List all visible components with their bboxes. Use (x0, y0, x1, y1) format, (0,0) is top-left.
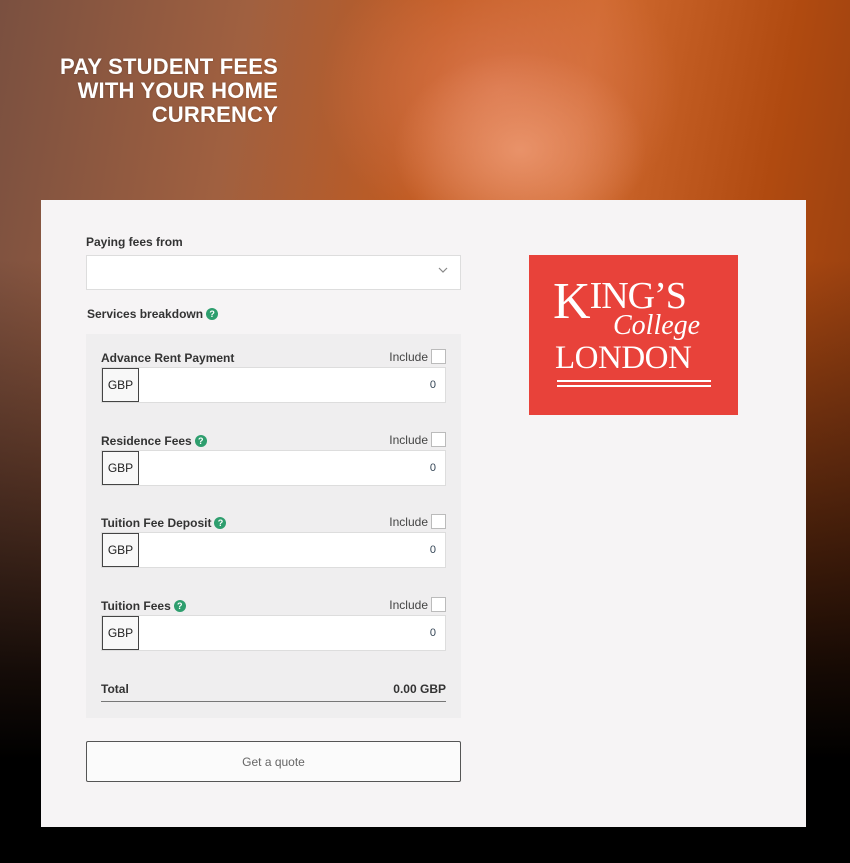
help-icon[interactable]: ? (194, 435, 207, 447)
include-label: Include (389, 597, 428, 612)
service-name: Tuition Fees? (101, 599, 186, 613)
service-name: Advance Rent Payment (101, 351, 234, 365)
currency-badge: GBP (102, 368, 139, 402)
chevron-down-icon (438, 265, 448, 275)
get-quote-button[interactable]: Get a quote (86, 741, 461, 782)
paying-from-label: Paying fees from (86, 235, 183, 249)
amount-value: 0 (429, 627, 436, 639)
amount-input[interactable]: GBP 0 (101, 367, 446, 403)
include-toggle[interactable]: Include (389, 432, 446, 447)
include-checkbox[interactable] (431, 514, 446, 529)
total-row: Total 0.00 GBP (101, 682, 446, 702)
total-value: 0.00 GBP (393, 682, 446, 696)
logo-rule (557, 385, 711, 387)
include-checkbox[interactable] (431, 432, 446, 447)
amount-input[interactable]: GBP 0 (101, 450, 446, 486)
logo-rule (557, 380, 711, 382)
include-toggle[interactable]: Include (389, 514, 446, 529)
include-label: Include (389, 514, 428, 529)
amount-value: 0 (429, 462, 436, 474)
hero-title-line: WITH YOUR HOME (77, 78, 278, 103)
logo-college-text: College (613, 310, 701, 341)
help-icon[interactable]: ? (206, 308, 219, 320)
service-name: Residence Fees? (101, 434, 207, 448)
currency-badge: GBP (102, 616, 139, 650)
include-label: Include (389, 349, 428, 364)
services-breakdown-label: Services breakdown? (87, 307, 219, 321)
include-label: Include (389, 432, 428, 447)
paying-from-select[interactable] (86, 255, 461, 290)
amount-input[interactable]: GBP 0 (101, 532, 446, 568)
amount-value: 0 (429, 379, 436, 391)
service-name-text: Advance Rent Payment (101, 351, 235, 365)
services-breakdown-text: Services breakdown (87, 307, 204, 321)
service-name-text: Tuition Fee Deposit (101, 516, 212, 530)
logo-initial: K (553, 273, 591, 330)
service-name: Tuition Fee Deposit? (101, 516, 227, 530)
include-checkbox[interactable] (431, 597, 446, 612)
logo-london-text: LONDON (555, 340, 692, 376)
help-icon[interactable]: ? (173, 600, 186, 612)
include-toggle[interactable]: Include (389, 349, 446, 364)
services-panel: Advance Rent Payment Include GBP 0 Resid… (86, 334, 461, 718)
hero-title-line: PAY STUDENT FEES (60, 54, 278, 79)
currency-badge: GBP (102, 451, 139, 485)
kings-college-london-logo: KING’S College LONDON (529, 255, 738, 415)
amount-value: 0 (429, 544, 436, 556)
hero-title: PAY STUDENT FEES WITH YOUR HOME CURRENCY (0, 55, 278, 127)
include-checkbox[interactable] (431, 349, 446, 364)
payment-form-card: Paying fees from Services breakdown? Adv… (41, 200, 806, 827)
hero-title-line: CURRENCY (151, 102, 278, 127)
amount-input[interactable]: GBP 0 (101, 615, 446, 651)
currency-badge: GBP (102, 533, 139, 567)
service-name-text: Residence Fees (101, 434, 192, 448)
service-name-text: Tuition Fees (101, 599, 171, 613)
include-toggle[interactable]: Include (389, 597, 446, 612)
help-icon[interactable]: ? (214, 517, 227, 529)
total-label: Total (101, 682, 129, 696)
